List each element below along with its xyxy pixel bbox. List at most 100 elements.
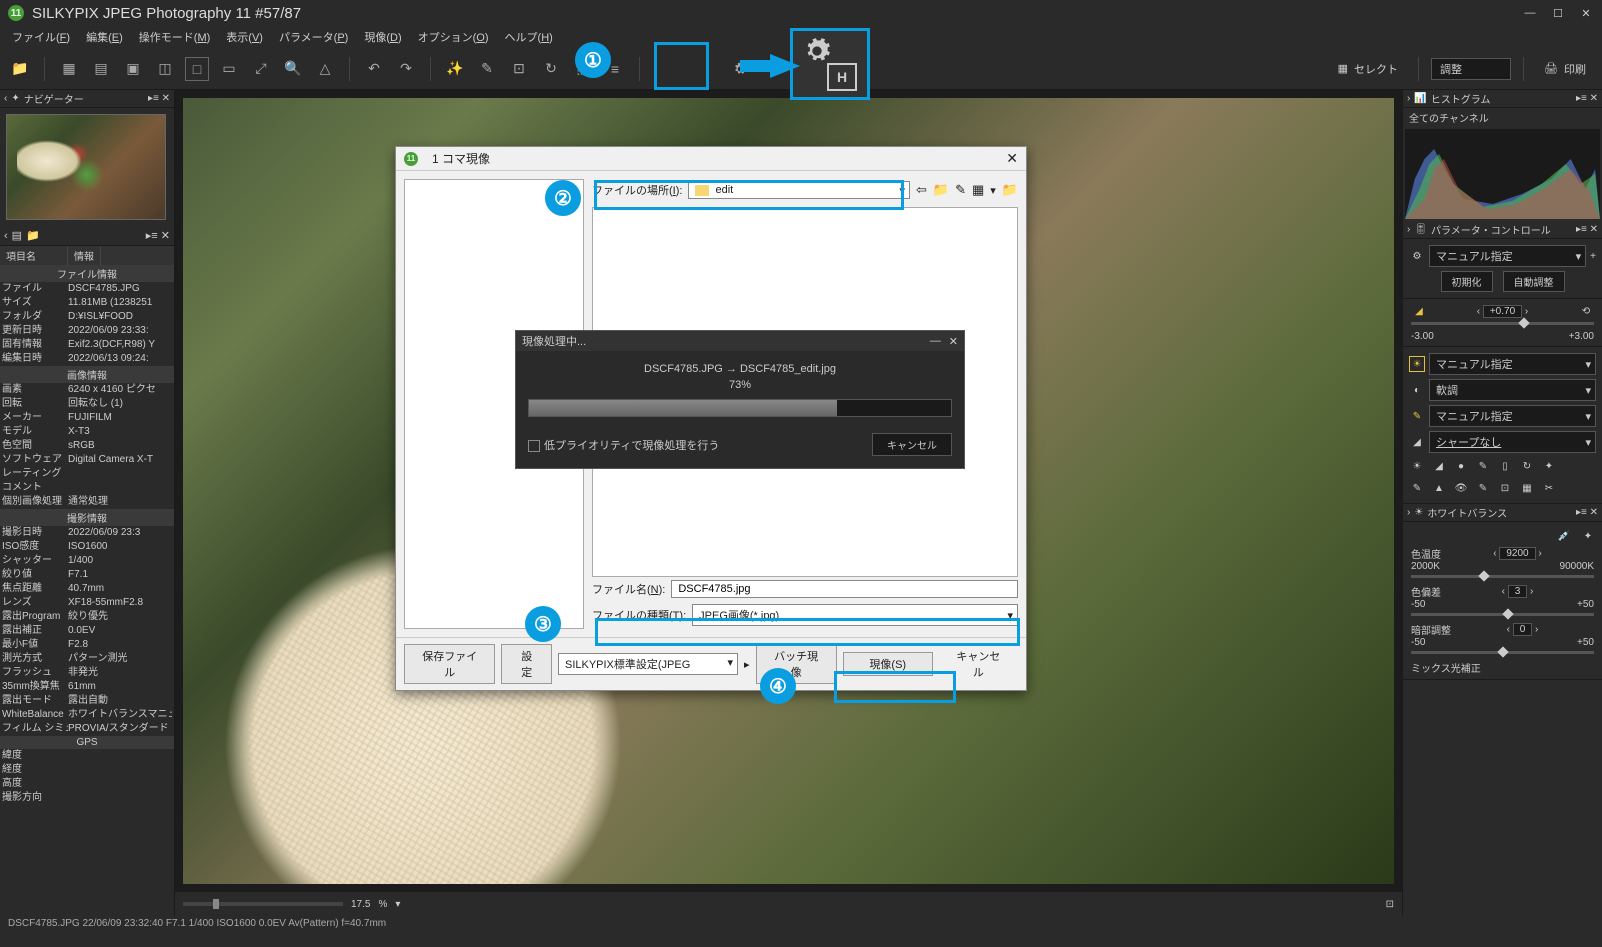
tool-icon-8[interactable]: ✎ [1409,480,1425,496]
warning-icon[interactable]: △ [313,57,337,81]
tool-icon-3[interactable]: ● [1453,458,1469,474]
open-folder-icon[interactable]: 📁 [8,57,32,81]
tone-dropdown[interactable]: 軟調 [1429,379,1596,401]
minimize-button[interactable]: — [1522,5,1538,21]
develop-batch-icon[interactable]: ⚙ [836,57,860,81]
wb-preset-dropdown[interactable]: マニュアル指定 [1429,353,1596,375]
progress-cancel-button[interactable]: キャンセル [872,433,952,456]
develop-button[interactable]: 現像(S) [843,652,933,676]
tool-icon-4[interactable]: ✎ [1475,458,1491,474]
menu-develop[interactable]: 現像(D) [358,27,407,47]
quality-arrow-icon[interactable]: ▸ [744,658,750,671]
layers-icon[interactable]: ≡ [603,57,627,81]
color-dev-value[interactable]: 3 [1508,585,1528,598]
grid-view-icon[interactable]: ▣ [121,57,145,81]
chevron-icon[interactable]: › [1407,93,1410,104]
folder-tab-icon[interactable]: 📁 [26,229,40,242]
view-list-icon[interactable]: ▦ [972,182,984,198]
print-button[interactable]: 🖨印刷 [1536,59,1594,79]
zoom-icon[interactable]: 🔍 [281,57,305,81]
up-folder-icon[interactable]: ⇦ [916,182,927,198]
undo-icon[interactable]: ↶ [362,57,386,81]
exposure-slider[interactable] [1411,322,1594,325]
settings-button[interactable]: 設定 [501,644,552,684]
menu-param[interactable]: パラメータ(P) [273,27,354,47]
collapse-icon[interactable]: ▸≡ ✕ [1576,507,1598,518]
dialog-close-button[interactable]: ✕ [1006,150,1018,167]
menu-mode[interactable]: 操作モード(M) [133,27,217,47]
develop-single-icon[interactable] [720,57,760,81]
combo-view-icon[interactable]: ▤ [89,57,113,81]
preview-icon[interactable]: □ [185,57,209,81]
tool-icon-10[interactable]: 👁 [1453,480,1469,496]
refresh-icon[interactable]: 📁 [1002,182,1018,198]
save-file-button[interactable]: 保存ファイル [404,644,495,684]
rotate-icon[interactable]: ↻ [539,57,563,81]
location-dropdown[interactable]: edit [688,181,910,199]
menu-file[interactable]: ファイル(F) [6,27,76,47]
info-tab-icon[interactable]: ▤ [12,229,22,242]
redo-icon[interactable]: ↷ [394,57,418,81]
tool-icon-7[interactable]: ✦ [1541,458,1557,474]
auto-adjust-button[interactable]: 自動調整 [1503,271,1565,292]
tool-icon-6[interactable]: ↻ [1519,458,1535,474]
fit-screen-icon[interactable]: ⊡ [1386,899,1394,910]
chevron-icon[interactable]: ‹ [4,93,7,104]
auto-adjust-icon[interactable]: ✨ [443,57,467,81]
batch-develop-button[interactable]: バッチ現像 [756,644,837,684]
wand-icon[interactable]: ✎ [475,57,499,81]
chevron-icon[interactable]: › [1407,507,1410,518]
color-dev-slider[interactable] [1411,613,1594,616]
tool-icon-5[interactable]: ▯ [1497,458,1513,474]
crop-icon[interactable]: ⊡ [507,57,531,81]
tool-icon-9[interactable]: ▲ [1431,480,1447,496]
sharp-dropdown[interactable]: シャープなし [1429,431,1596,453]
collapse-icon[interactable]: ▸≡ ✕ [1576,93,1598,104]
collapse-icon[interactable]: ▸≡ ✕ [1576,224,1598,235]
maximize-button[interactable]: ☐ [1550,5,1566,21]
close-button[interactable]: ✕ [1578,5,1594,21]
target-icon[interactable]: ✦ [1580,528,1596,544]
select-mode-button[interactable]: ▦セレクト [1330,59,1406,79]
dark-adjust-slider[interactable] [1411,651,1594,654]
transform-icon[interactable]: ⬚ [571,57,595,81]
low-priority-checkbox[interactable]: 低プライオリティで現像処理を行う [528,437,719,453]
new-folder-icon[interactable]: ✎ [955,182,966,198]
tool-icon-11[interactable]: ✎ [1475,480,1491,496]
quality-dropdown[interactable]: SILKYPIX標準設定(JPEG [558,653,738,675]
navigator-thumbnail[interactable] [0,108,174,226]
tool-icon-14[interactable]: ✂ [1541,480,1557,496]
sharp-preset-dropdown[interactable]: マニュアル指定 [1429,405,1596,427]
filename-input[interactable] [671,580,1018,598]
init-button[interactable]: 初期化 [1441,271,1493,292]
zoom-dropdown-icon[interactable]: ▾ [395,899,400,910]
add-icon[interactable]: + [1590,251,1596,262]
close-button[interactable]: ✕ [949,335,958,348]
menu-help[interactable]: ヘルプ(H) [499,27,559,47]
color-temp-value[interactable]: 9200 [1499,547,1535,560]
lock-icon[interactable]: ⟲ [1578,303,1594,319]
preset-dropdown[interactable]: マニュアル指定 [1429,245,1586,267]
exposure-value[interactable]: +0.70 [1483,305,1522,318]
filetype-dropdown[interactable]: JPEG画像(*.jpg) [692,604,1018,626]
menu-option[interactable]: オプション(O) [412,27,495,47]
fit-icon[interactable]: ⤢ [249,57,273,81]
zoom-slider[interactable] [183,902,343,906]
thumbnail-view-icon[interactable]: ▦ [57,57,81,81]
tool-icon-2[interactable]: ◢ [1431,458,1447,474]
chevron-icon[interactable]: › [1407,224,1410,235]
eyedropper-icon[interactable]: 💉 [1556,528,1572,544]
dark-adjust-value[interactable]: 0 [1513,623,1533,636]
chevron-icon[interactable]: ‹ [4,230,8,242]
menu-edit[interactable]: 編集(E) [80,27,129,47]
menu-view[interactable]: 表示(V) [220,27,269,47]
collapse-icon[interactable]: ▸≡ ✕ [146,229,170,242]
cancel-button[interactable]: キャンセル [939,645,1018,683]
home-icon[interactable]: 📁 [933,182,949,198]
tool-icon-13[interactable]: ▦ [1519,480,1535,496]
view-dropdown-icon[interactable]: ▾ [990,184,996,197]
minimize-button[interactable]: — [930,335,941,348]
mode-dropdown[interactable]: 調整 [1431,58,1511,80]
tool-icon-12[interactable]: ⊡ [1497,480,1513,496]
collapse-icon[interactable]: ▸≡ ✕ [148,93,170,104]
